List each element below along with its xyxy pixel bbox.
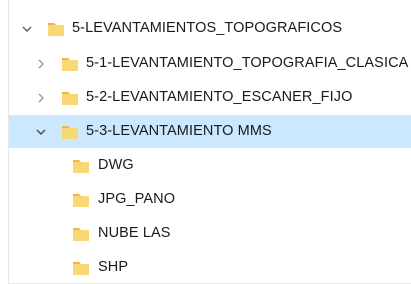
folder-icon: [72, 225, 90, 243]
tree-item-label: 5-3-LEVANTAMIENTO MMS: [86, 123, 272, 139]
chevron-down-icon[interactable]: [33, 115, 49, 148]
chevron-down-icon[interactable]: [19, 12, 35, 45]
tree-item-nube-las[interactable]: NUBE LAS: [9, 217, 411, 250]
tree-item-label: 5-1-LEVANTAMIENTO_TOPOGRAFIA_CLASICA: [86, 55, 409, 71]
folder-icon: [72, 191, 90, 209]
folder-icon: [61, 123, 79, 141]
folder-icon: [72, 259, 90, 277]
tree-item-label: JPG_PANO: [98, 191, 176, 207]
folder-icon: [61, 55, 79, 73]
tree-item-label: DWG: [98, 157, 134, 173]
tree-item-label: 5-LEVANTAMIENTOS_TOPOGRAFICOS: [72, 20, 343, 36]
tree-item-5-2[interactable]: 5-2-LEVANTAMIENTO_ESCANER_FIJO: [9, 81, 411, 114]
tree-item-jpg-pano[interactable]: JPG_PANO: [9, 183, 411, 216]
folder-icon: [47, 20, 65, 38]
tree-item-5-1[interactable]: 5-1-LEVANTAMIENTO_TOPOGRAFIA_CLASICA: [9, 47, 411, 80]
chevron-right-icon[interactable]: [33, 81, 49, 114]
tree-item-shp[interactable]: SHP: [9, 251, 411, 284]
tree-item-label: NUBE LAS: [98, 225, 171, 241]
chevron-right-icon[interactable]: [33, 47, 49, 80]
tree-item-label: 5-2-LEVANTAMIENTO_ESCANER_FIJO: [86, 89, 353, 105]
tree-item-dwg[interactable]: DWG: [9, 149, 411, 182]
tree-item-5-3[interactable]: 5-3-LEVANTAMIENTO MMS: [9, 115, 411, 148]
tree-item-label: SHP: [98, 259, 129, 275]
folder-icon: [61, 89, 79, 107]
folder-icon: [72, 157, 90, 175]
tree-item-root[interactable]: 5-LEVANTAMIENTOS_TOPOGRAFICOS: [9, 12, 411, 45]
folder-tree: 5-LEVANTAMIENTOS_TOPOGRAFICOS 5-1-LEVANT…: [0, 0, 411, 284]
